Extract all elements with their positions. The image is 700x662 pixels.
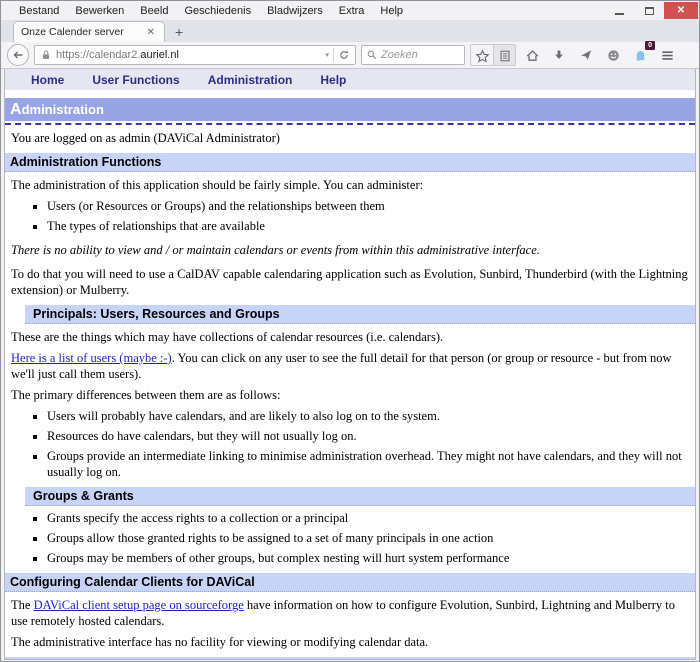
search-bar[interactable] [361,45,465,65]
hamburger-icon [660,48,675,63]
menu-extra[interactable]: Extra [331,3,373,19]
back-button[interactable] [7,44,29,66]
heading-principals: Principals: Users, Resources and Groups [25,305,695,324]
principals-list: Users will probably have calendars, and … [5,408,695,480]
url-text: https://calendar2.auriel.nl [56,49,179,61]
users-list-link[interactable]: Here is a list of users (maybe :-) [11,351,172,365]
sitenav-administration[interactable]: Administration [194,73,307,87]
window-controls: ✕ [604,2,698,19]
no-facility-paragraph: The administrative interface has no faci… [5,634,695,650]
client-setup-link[interactable]: DAViCal client setup page on sourceforge [34,598,244,612]
sitenav-user-functions[interactable]: User Functions [78,73,193,87]
page-content: Administration You are logged on as admi… [5,98,695,660]
heading-administration-functions: Administration Functions [5,153,695,172]
tab-bar: Onze Calender server ✕ + [1,20,699,42]
list-item: Resources do have calendars, but they wi… [47,428,695,444]
close-button[interactable]: ✕ [664,2,698,19]
search-icon [366,49,378,61]
caldav-paragraph: To do that you will need to use a CalDAV… [5,266,695,298]
list-item: Users (or Resources or Groups) and the r… [47,198,695,214]
paper-plane-icon [579,48,593,62]
site-nav: Home User Functions Administration Help [5,69,695,90]
minimize-icon [615,13,624,15]
url-scheme: https://calendar2. [56,49,140,61]
maximize-icon [645,7,654,15]
menu-beeld[interactable]: Beeld [132,3,176,19]
star-icon [475,49,490,64]
sitenav-help[interactable]: Help [306,73,360,87]
url-dropdown-icon[interactable]: ▾ [325,51,329,59]
list-item: Users will probably have calendars, and … [47,408,695,424]
heading-configuring-clients: Configuring Calendar Clients for DAViCal [5,573,695,592]
extension-badge: 0 [645,41,655,50]
bookmark-star-button[interactable] [471,45,493,66]
list-item: Groups allow those granted rights to be … [47,530,695,546]
send-button[interactable] [575,44,597,66]
groups-grants-list: Grants specify the access rights to a co… [5,510,695,566]
close-icon: ✕ [677,5,685,16]
page-title: Administration [5,98,695,121]
url-domain: auriel.nl [140,49,179,61]
maximize-button[interactable] [634,2,664,19]
logged-in-text: You are logged on as admin (DAViCal Admi… [5,130,695,146]
bookmark-group [470,44,516,66]
new-tab-button[interactable]: + [165,24,193,42]
search-input[interactable] [381,49,451,61]
menu-bar: Bestand Bewerken Beeld Geschiedenis Blad… [1,1,699,20]
extension-button[interactable]: 0 [629,44,651,66]
heading-configuring-davical: Configuring DAViCal [5,657,695,660]
menu-help[interactable]: Help [372,3,411,19]
users-list-paragraph: Here is a list of users (maybe :-). You … [5,350,695,382]
heading-groups-grants: Groups & Grants [25,487,695,506]
minimize-button[interactable] [604,2,634,19]
page-viewport: Home User Functions Administration Help … [4,69,696,660]
client-setup-pre: The [11,598,34,612]
list-item: Groups may be members of other groups, b… [47,550,695,566]
menu-bewerken[interactable]: Bewerken [67,3,132,19]
url-bar[interactable]: https://calendar2.auriel.nl ▾ [34,45,356,65]
menu-geschiedenis[interactable]: Geschiedenis [176,3,259,19]
reload-icon[interactable] [338,49,350,61]
clipboard-icon [498,49,512,63]
home-icon [525,48,540,63]
back-arrow-icon [11,48,25,62]
navigation-toolbar: https://calendar2.auriel.nl ▾ [1,42,699,69]
dashed-separator [5,123,695,125]
tab-title: Onze Calender server [21,26,145,38]
list-item: The types of relationships that are avai… [47,218,695,234]
url-divider [333,48,334,62]
menu-bladwijzers[interactable]: Bladwijzers [259,3,331,19]
smiley-icon [606,48,621,63]
feedback-button[interactable] [602,44,624,66]
home-button[interactable] [521,44,543,66]
download-arrow-icon [552,48,566,62]
bookmarks-menu-button[interactable] [493,45,515,66]
browser-window: Bestand Bewerken Beeld Geschiedenis Blad… [0,0,700,662]
tab-close-icon[interactable]: ✕ [145,27,157,38]
admin-functions-list: Users (or Resources or Groups) and the r… [5,198,695,234]
list-item: Grants specify the access rights to a co… [47,510,695,526]
lock-icon [40,49,52,61]
menu-button[interactable] [656,44,678,66]
principals-intro: These are the things which may have coll… [5,329,695,345]
tab-onze-calender-server[interactable]: Onze Calender server ✕ [13,21,165,42]
no-ability-note: There is no ability to view and / or mai… [5,242,695,258]
client-setup-paragraph: The DAViCal client setup page on sourcef… [5,597,695,629]
sitenav-home[interactable]: Home [5,73,78,87]
list-item: Groups provide an intermediate linking t… [47,448,695,480]
menu-bestand[interactable]: Bestand [11,3,67,19]
differences-intro: The primary differences between them are… [5,387,695,403]
downloads-button[interactable] [548,44,570,66]
admin-functions-intro: The administration of this application s… [5,177,695,193]
